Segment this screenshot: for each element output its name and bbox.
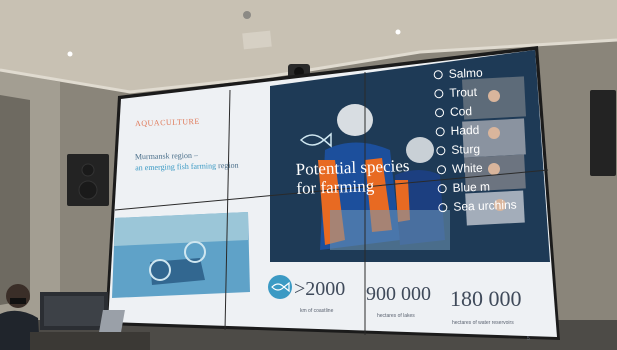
checkmark-icon [437, 184, 447, 194]
region-subtitle: Murmansk region – an emerging fish farmi… [135, 149, 239, 174]
checkmark-icon [436, 146, 446, 156]
stat-label-reservoirs: hectares of water reservoirs [452, 320, 514, 326]
stat-value-reservoirs: 180 000 [450, 286, 522, 311]
headline-line1: Potential species [295, 156, 410, 179]
fish-coast-icon [271, 281, 290, 293]
stat-value-lakes: 900 000 [366, 283, 431, 305]
checkmark-icon [438, 203, 448, 213]
stat-label-lakes: hectares of lakes [377, 313, 415, 319]
region-rest: region [217, 160, 239, 171]
stat-value-coastline: >2000 [294, 278, 346, 300]
checkmark-icon [434, 108, 445, 118]
checkmark-icon [434, 89, 444, 99]
checkmark-icon [436, 165, 447, 175]
headline: Potential species for farming [295, 156, 410, 198]
stat-label-coastline: km of coastline [300, 308, 334, 314]
checkmark-icon [435, 127, 445, 137]
room-photo: AQUACULTURE Murmansk region – an emergin… [0, 0, 617, 350]
checkmark-icon [433, 70, 443, 80]
region-highlight: an emerging fish farming [135, 161, 217, 173]
fish-icon [299, 132, 332, 148]
page-number: 5 [527, 336, 530, 342]
headline-line2: for farming [296, 176, 375, 198]
foreground-desk [0, 284, 150, 350]
species-item: Sea urchins [438, 196, 517, 218]
species-list: Salmo Trout Cod Hadd Sturg White Blue m … [433, 63, 517, 218]
